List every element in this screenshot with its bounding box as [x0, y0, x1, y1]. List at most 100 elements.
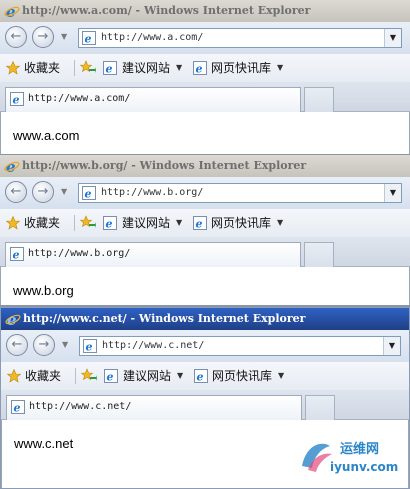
recent-pages-dropdown[interactable]: ▼	[61, 31, 67, 43]
address-dropdown-button[interactable]: ▼	[383, 337, 400, 355]
tab-current[interactable]: e http://www.a.com/	[5, 87, 301, 112]
toolbar-separator	[74, 215, 75, 231]
toolbar-separator	[74, 60, 75, 76]
window-title: http://www.c.net/ - Windows Internet Exp…	[23, 312, 306, 325]
svg-text:e: e	[107, 371, 114, 384]
tab-current[interactable]: e http://www.b.org/	[5, 242, 301, 267]
web-slice-gallery-button[interactable]: 网页快讯库	[211, 209, 271, 237]
new-tab-button[interactable]	[305, 395, 335, 420]
new-tab-button[interactable]	[304, 242, 334, 267]
toolbar-separator	[75, 368, 76, 384]
suggested-sites-icon: e	[103, 216, 117, 230]
page-content: www.b.org	[0, 267, 410, 307]
back-button[interactable]: ←	[5, 26, 27, 48]
svg-text:e: e	[13, 249, 20, 262]
suggested-sites-icon: e	[103, 61, 117, 75]
forward-button[interactable]: →	[33, 334, 55, 356]
ie-logo-icon: e	[5, 311, 21, 327]
ie-page-icon: e	[11, 400, 25, 414]
page-text: www.b.org	[13, 283, 74, 298]
address-text: http://www.a.com/	[101, 32, 204, 43]
star-icon	[7, 369, 21, 383]
navigation-bar: ← → ▼ e http://www.a.com/ ▼	[0, 22, 410, 54]
web-slice-gallery-caret[interactable]: ▼	[277, 209, 283, 237]
svg-text:e: e	[85, 33, 92, 46]
back-button[interactable]: ←	[6, 334, 28, 356]
tab-title: http://www.a.com/	[28, 93, 131, 104]
new-tab-button[interactable]	[304, 87, 334, 112]
suggested-sites-caret[interactable]: ▼	[177, 362, 183, 390]
forward-button[interactable]: →	[32, 26, 54, 48]
web-slice-gallery-caret[interactable]: ▼	[277, 54, 283, 82]
favorites-button[interactable]: 收藏夹	[25, 362, 61, 390]
suggested-sites-button[interactable]: 建议网站	[122, 54, 170, 82]
favorites-bar: 收藏夹 e 建议网站 ▼ e 网页快讯库 ▼	[0, 54, 410, 82]
address-dropdown-button[interactable]: ▼	[384, 29, 401, 47]
svg-text:e: e	[86, 341, 93, 354]
svg-text:e: e	[197, 371, 204, 384]
ie-page-icon: e	[82, 31, 96, 45]
suggested-sites-button[interactable]: 建议网站	[123, 362, 171, 390]
svg-text:e: e	[196, 218, 203, 231]
favorites-bar: 收藏夹 e 建议网站 ▼ e 网页快讯库 ▼	[0, 209, 410, 237]
forward-arrow-icon: →	[38, 337, 50, 352]
ie-logo-icon: e	[4, 3, 20, 19]
address-dropdown-button[interactable]: ▼	[384, 184, 401, 202]
star-icon	[6, 216, 20, 230]
ie-page-icon: e	[82, 186, 96, 200]
web-slice-gallery-button[interactable]: 网页快讯库	[212, 362, 272, 390]
forward-button[interactable]: →	[32, 181, 54, 203]
tab-title: http://www.c.net/	[29, 401, 132, 412]
star-icon	[6, 61, 20, 75]
address-bar[interactable]: e http://www.a.com/ ▼	[78, 28, 402, 48]
address-bar[interactable]: e http://www.b.org/ ▼	[78, 183, 402, 203]
recent-pages-dropdown[interactable]: ▼	[62, 339, 68, 351]
svg-text:e: e	[14, 402, 21, 415]
add-favorite-icon[interactable]	[80, 60, 96, 76]
navigation-bar: ← → ▼ e http://www.b.org/ ▼	[0, 177, 410, 209]
title-bar[interactable]: e http://www.a.com/ - Windows Internet E…	[0, 0, 410, 22]
suggested-sites-caret[interactable]: ▼	[176, 54, 182, 82]
favorites-button[interactable]: 收藏夹	[24, 209, 60, 237]
address-text: http://www.b.org/	[101, 187, 204, 198]
address-text: http://www.c.net/	[102, 340, 205, 351]
web-slice-gallery-icon: e	[194, 369, 208, 383]
ie-logo-icon: e	[4, 158, 20, 174]
browser-window-a: e http://www.a.com/ - Windows Internet E…	[0, 0, 410, 155]
favorites-bar: 收藏夹 e 建议网站 ▼ e 网页快讯库 ▼	[1, 362, 409, 390]
add-favorite-icon[interactable]	[81, 368, 97, 384]
suggested-sites-button[interactable]: 建议网站	[122, 209, 170, 237]
back-button[interactable]: ←	[5, 181, 27, 203]
back-arrow-icon: ←	[10, 29, 22, 44]
web-slice-gallery-icon: e	[193, 216, 207, 230]
forward-arrow-icon: →	[37, 29, 49, 44]
add-favorite-icon[interactable]	[80, 215, 96, 231]
web-slice-gallery-caret[interactable]: ▼	[278, 362, 284, 390]
window-title: http://www.a.com/ - Windows Internet Exp…	[22, 4, 311, 17]
site-watermark: 运维网 iyunv.com	[296, 432, 404, 484]
suggested-sites-caret[interactable]: ▼	[176, 209, 182, 237]
address-bar[interactable]: e http://www.c.net/ ▼	[79, 336, 401, 356]
suggested-sites-icon: e	[104, 369, 118, 383]
page-text: www.a.com	[13, 128, 80, 143]
svg-text:e: e	[106, 218, 113, 231]
browser-window-b: e http://www.b.org/ - Windows Internet E…	[0, 155, 410, 307]
recent-pages-dropdown[interactable]: ▼	[61, 186, 67, 198]
forward-arrow-icon: →	[37, 184, 49, 199]
watermark-text-bottom: iyunv.com	[330, 460, 399, 474]
watermark-text-top: 运维网	[340, 442, 380, 457]
tab-bar: e http://www.c.net/	[1, 390, 409, 420]
tab-bar: e http://www.b.org/	[0, 237, 410, 267]
title-bar[interactable]: e http://www.c.net/ - Windows Internet E…	[1, 308, 409, 330]
web-slice-gallery-button[interactable]: 网页快讯库	[211, 54, 271, 82]
page-text: www.c.net	[14, 436, 74, 451]
navigation-bar: ← → ▼ e http://www.c.net/ ▼	[1, 330, 409, 362]
window-title: http://www.b.org/ - Windows Internet Exp…	[22, 159, 307, 172]
favorites-button[interactable]: 收藏夹	[24, 54, 60, 82]
svg-text:e: e	[13, 94, 20, 107]
tab-bar: e http://www.a.com/	[0, 82, 410, 112]
svg-text:e: e	[106, 63, 113, 76]
back-arrow-icon: ←	[11, 337, 23, 352]
title-bar[interactable]: e http://www.b.org/ - Windows Internet E…	[0, 155, 410, 177]
tab-current[interactable]: e http://www.c.net/	[6, 395, 302, 420]
